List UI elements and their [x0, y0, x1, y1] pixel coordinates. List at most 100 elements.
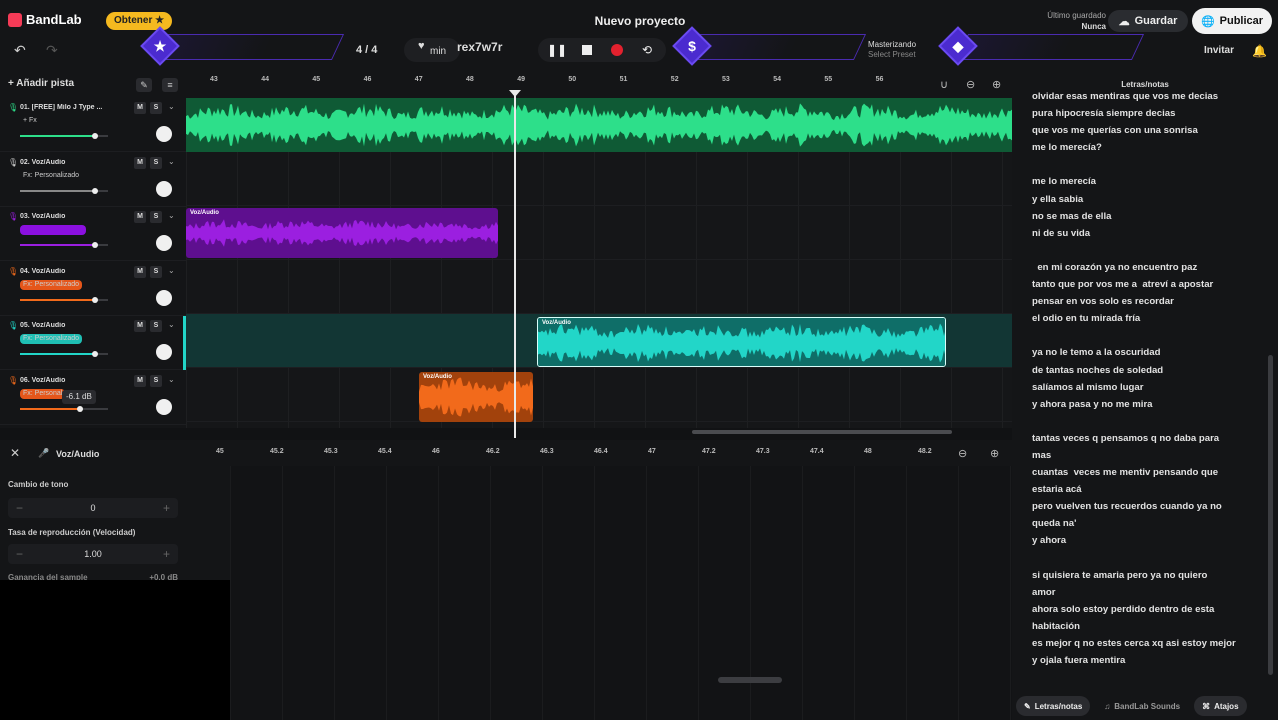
volume-slider[interactable]: [20, 296, 108, 303]
track-name[interactable]: 05. Voz/Audio: [20, 322, 115, 329]
invite-button[interactable]: Invitar: [1196, 42, 1242, 60]
track-name[interactable]: 01. [FREE] Milo J Type ...: [20, 104, 115, 111]
solo-button[interactable]: S: [150, 102, 162, 114]
volume-slider[interactable]: [20, 351, 108, 357]
bell-icon[interactable]: 🔔: [1252, 44, 1267, 58]
track-header[interactable]: 🎙 05. Voz/Audio Fx: Personalizado M S ⌄: [0, 316, 186, 370]
pause-button[interactable]: ❚❚: [547, 41, 567, 59]
solo-button[interactable]: S: [150, 265, 162, 278]
volume-slider[interactable]: [20, 405, 108, 412]
pan-knob[interactable]: [156, 126, 172, 142]
playhead[interactable]: [514, 94, 516, 438]
track-header[interactable]: 🎙 04. Voz/Audio Fx: Personalizado M S ⌄: [0, 262, 186, 316]
minus-icon[interactable]: −: [16, 501, 23, 515]
add-track-button[interactable]: + Añadir pista: [8, 78, 74, 89]
solo-button[interactable]: S: [150, 156, 162, 169]
lane-track-1[interactable]: [186, 98, 1012, 152]
volume-thumb[interactable]: [91, 187, 98, 194]
fx-badge[interactable]: + Fx: [20, 116, 40, 126]
editor-ruler[interactable]: 45 45.2 45.3 45.4 46 46.2 46.3 46.4 47 47.2 47.3 47…: [200, 442, 940, 460]
solo-button[interactable]: S: [150, 320, 162, 332]
mute-button[interactable]: M: [134, 156, 146, 169]
loop-button[interactable]: ⟲: [638, 41, 656, 59]
get-button[interactable]: Obtener ★: [106, 12, 173, 30]
fx-badge[interactable]: Fx: Personalizado: [20, 279, 83, 290]
track-name[interactable]: 04. Voz/Audio: [20, 268, 115, 275]
lane-track-4[interactable]: [186, 260, 1012, 314]
tab-lyrics[interactable]: ✎ Letras/notas: [1016, 696, 1091, 716]
track-header[interactable]: 🎙 02. Voz/Audio Fx: Personalizado M S ⌄: [0, 153, 186, 207]
stop-button[interactable]: [578, 41, 596, 59]
time-signature[interactable]: 4 / 4: [356, 44, 377, 56]
lane-track-2[interactable]: [186, 152, 1012, 206]
audio-clip-selected[interactable]: Voz/Audio: [537, 317, 946, 367]
track-settings-icon[interactable]: ≡: [162, 78, 178, 92]
plus-icon[interactable]: +: [163, 501, 170, 515]
editor-zoom-out-icon[interactable]: ⊖: [958, 447, 967, 460]
fx-badge[interactable]: Fx: Personal: [20, 388, 66, 399]
magnet-icon[interactable]: ∪: [940, 78, 948, 91]
chevron-down-icon[interactable]: ⌄: [168, 320, 175, 329]
chevron-down-icon[interactable]: ⌄: [168, 102, 175, 111]
track-header[interactable]: 🎙 03. Voz/Audio M S ⌄: [0, 207, 186, 261]
mute-button[interactable]: M: [134, 320, 146, 332]
solo-button[interactable]: S: [150, 374, 162, 387]
promo-banner-right[interactable]: [955, 34, 1145, 60]
lane-track-5[interactable]: Voz/Audio: [186, 314, 1012, 368]
mute-button[interactable]: M: [134, 265, 146, 278]
volume-thumb[interactable]: [76, 405, 83, 412]
zoom-in-icon[interactable]: ⊕: [992, 78, 1001, 91]
timeline-ruler[interactable]: 43 44 45 46 47 48 49 50 51 52 53 54 55 56 ∪ ⊖ ⊕: [186, 72, 1012, 98]
volume-thumb[interactable]: [91, 351, 98, 357]
chevron-down-icon[interactable]: ⌄: [168, 157, 175, 166]
track-name[interactable]: 02. Voz/Audio: [20, 159, 115, 166]
volume-thumb[interactable]: [91, 133, 98, 139]
fx-badge[interactable]: Fx: Personalizado: [20, 334, 83, 344]
lane-track-3[interactable]: Voz/Audio: [186, 206, 1012, 260]
pan-knob[interactable]: [156, 180, 172, 197]
tab-shortcuts[interactable]: ⌘ Atajos: [1194, 696, 1247, 716]
audio-clip[interactable]: Voz/Audio: [186, 208, 498, 258]
pan-knob[interactable]: [156, 235, 172, 251]
solo-button[interactable]: S: [150, 211, 162, 223]
arrangement-area[interactable]: Voz/Audio Voz/Audio Voz/Audio: [186, 98, 1012, 428]
promo-banner-middle[interactable]: [687, 34, 867, 60]
zoom-out-icon[interactable]: ⊖: [966, 78, 975, 91]
project-title[interactable]: Nuevo proyecto: [560, 14, 720, 28]
key-display[interactable]: rex7w7r: [457, 40, 502, 54]
pan-knob[interactable]: [156, 398, 172, 415]
mute-button[interactable]: M: [134, 102, 146, 114]
pitch-stepper[interactable]: − 0 +: [8, 498, 178, 518]
pencil-icon[interactable]: ✎: [136, 78, 152, 92]
editor-grid[interactable]: [230, 466, 1012, 720]
fx-badge[interactable]: [20, 225, 86, 235]
volume-slider[interactable]: [20, 133, 108, 139]
record-button[interactable]: [608, 41, 626, 59]
editor-scrollbar[interactable]: [718, 677, 782, 683]
volume-thumb[interactable]: [91, 296, 98, 303]
mastering-preset[interactable]: Masterizando Select Preset: [868, 40, 916, 60]
pan-knob[interactable]: [156, 289, 172, 306]
track-header[interactable]: 🎙 01. [FREE] Milo J Type ... + Fx M S ⌄: [0, 98, 186, 152]
lane-track-6[interactable]: Voz/Audio: [186, 368, 1012, 422]
redo-icon[interactable]: ↷: [46, 42, 58, 59]
minus-icon[interactable]: −: [16, 547, 23, 561]
lyrics-scrollbar[interactable]: [1268, 355, 1273, 675]
mute-button[interactable]: M: [134, 374, 146, 387]
chevron-down-icon[interactable]: ⌄: [168, 211, 175, 220]
rate-stepper[interactable]: − 1.00 +: [8, 544, 178, 564]
volume-slider[interactable]: [20, 187, 108, 194]
pan-knob[interactable]: [156, 344, 172, 360]
volume-slider[interactable]: [20, 242, 108, 248]
mute-button[interactable]: M: [134, 211, 146, 223]
promo-banner-left[interactable]: [155, 34, 345, 60]
volume-thumb[interactable]: [91, 242, 98, 248]
track-name[interactable]: 06. Voz/Audio: [20, 377, 115, 384]
editor-zoom-in-icon[interactable]: ⊕: [990, 447, 999, 460]
publish-button[interactable]: 🌐 Publicar: [1192, 8, 1272, 34]
close-icon[interactable]: ✕: [10, 446, 20, 460]
horizontal-scrollbar[interactable]: [692, 430, 952, 434]
chevron-down-icon[interactable]: ⌄: [168, 375, 175, 384]
fx-badge[interactable]: Fx: Personalizado: [20, 171, 82, 181]
lyrics-text[interactable]: olvidar esas mentiras que vos me decias p…: [1032, 88, 1266, 688]
